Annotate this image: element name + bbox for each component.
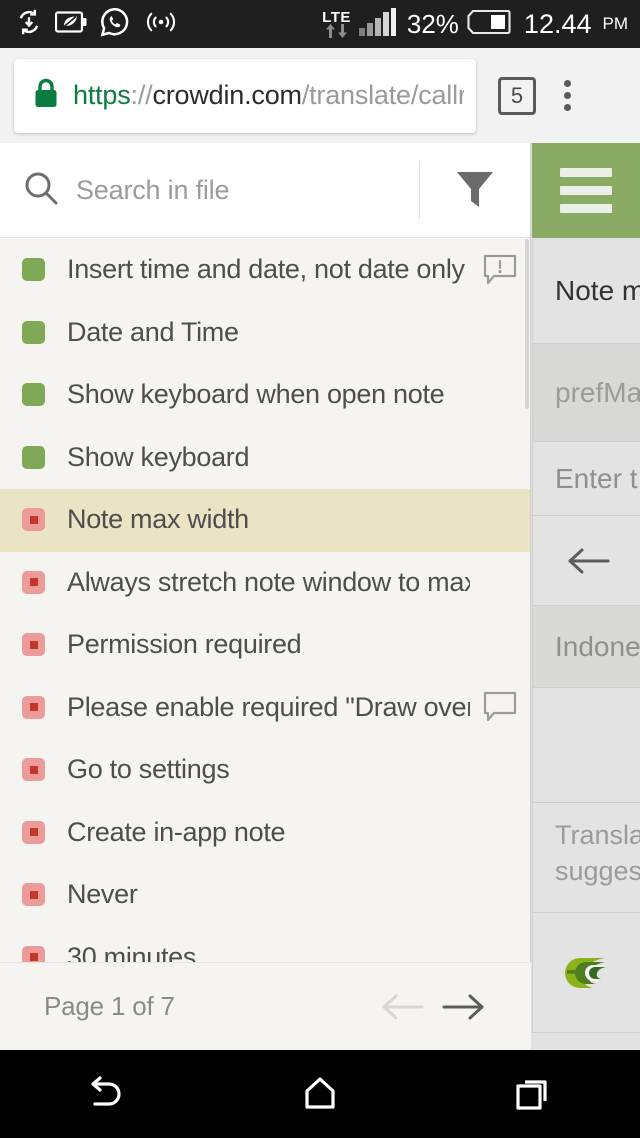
search-icon — [22, 169, 60, 212]
search-placeholder: Search in file — [76, 174, 230, 205]
translation-input[interactable]: Enter t — [532, 442, 640, 516]
web-page-viewport: Search in file Insert time and date, not… — [0, 143, 640, 1050]
comment-alert-icon[interactable] — [470, 254, 530, 286]
list-item-label: Permission required — [67, 629, 302, 660]
page-indicator-label: Page 1 of 7 — [44, 991, 175, 1021]
android-recents-icon[interactable] — [463, 1074, 603, 1114]
android-back-icon[interactable] — [37, 1074, 177, 1114]
list-item-label: Never — [67, 879, 138, 910]
whatsapp-icon — [100, 7, 130, 42]
clock-ampm-label: PM — [602, 14, 629, 33]
status-translated-icon — [22, 258, 45, 282]
status-untranslated-icon — [22, 820, 45, 844]
search-input[interactable]: Search in file — [22, 169, 419, 212]
status-untranslated-icon — [22, 883, 45, 907]
lock-icon — [32, 77, 60, 114]
status-untranslated-icon — [22, 945, 45, 962]
list-item-label: Show keyboard when open note — [67, 379, 445, 410]
status-untranslated-icon — [22, 508, 45, 532]
list-item-label: 30 minutes — [67, 941, 197, 962]
status-untranslated-icon — [22, 570, 45, 594]
list-item-label: Please enable required "Draw over ... — [67, 691, 470, 722]
list-item-label: Go to settings — [67, 754, 230, 785]
url-path: /translate/callr — [301, 80, 464, 110]
status-untranslated-icon — [22, 758, 45, 782]
list-item[interactable]: Permission required — [0, 614, 530, 677]
network-type-indicator: LTE — [322, 10, 351, 38]
list-item[interactable]: Note max width — [0, 489, 530, 552]
hamburger-menu-icon[interactable] — [532, 143, 640, 238]
search-bar: Search in file — [0, 143, 530, 238]
comment-icon[interactable] — [470, 691, 530, 723]
phone-screen: LTE 32% 12.44 PM https://crowdin.com/tra… — [0, 0, 640, 1138]
url-host: crowdin.com — [152, 80, 302, 110]
status-translated-icon — [22, 383, 45, 407]
battery-icon — [467, 9, 511, 40]
crowdin-logo-icon — [532, 913, 640, 1033]
list-item[interactable]: Create in-app note — [0, 802, 530, 865]
list-item[interactable]: Please enable required "Draw over ... — [0, 677, 530, 740]
suggestions-title-line1: Transla — [555, 820, 640, 850]
url-separator: :// — [130, 80, 153, 110]
next-page-button[interactable] — [433, 990, 495, 1024]
list-item[interactable]: Show keyboard when open note — [0, 364, 530, 427]
list-item-label: Create in-app note — [67, 816, 286, 847]
android-navigation-bar — [0, 1050, 640, 1138]
status-translated-icon — [22, 445, 45, 469]
string-key-label: prefMa — [532, 344, 640, 442]
list-item[interactable]: 30 minutes — [0, 927, 530, 962]
file-strings-panel: Search in file Insert time and date, not… — [0, 143, 531, 1050]
battery-percent-label: 32% — [406, 8, 459, 39]
url-scheme: https — [73, 80, 131, 110]
editor-back-button[interactable] — [532, 516, 640, 606]
pagination-bar: Page 1 of 7 — [0, 962, 531, 1050]
prev-page-button[interactable] — [371, 990, 433, 1024]
list-item[interactable]: Show keyboard — [0, 427, 530, 490]
status-untranslated-icon — [22, 633, 45, 657]
list-item[interactable]: Date and Time — [0, 302, 530, 365]
clock-time-label: 12.44 — [523, 8, 592, 39]
list-item-label: Insert time and date, not date only — [67, 254, 465, 285]
signal-bars-icon — [358, 7, 397, 41]
suggestions-title-line2: suggest — [555, 856, 640, 887]
list-item[interactable]: Never — [0, 864, 530, 927]
status-bar-right-info: LTE 32% 12.44 PM — [322, 7, 629, 41]
battery-saver-leaf-icon — [54, 9, 89, 40]
translation-editor-panel: Note m prefMa Enter t Indone Transla sug… — [532, 143, 640, 1050]
target-language-label[interactable]: Indone — [532, 606, 640, 688]
list-item-label: Date and Time — [67, 316, 239, 347]
list-item-label: Show keyboard — [67, 441, 250, 472]
strings-list[interactable]: Insert time and date, not date only Date … — [0, 239, 530, 962]
wifi-broadcast-icon — [141, 9, 181, 40]
status-bar: LTE 32% 12.44 PM — [0, 0, 640, 48]
browser-toolbar: https://crowdin.com/translate/callr 5 — [0, 48, 640, 143]
filter-funnel-icon[interactable] — [420, 169, 530, 211]
source-string-text: Note m — [532, 239, 640, 344]
list-item[interactable]: Go to settings — [0, 739, 530, 802]
editor-content: Note m prefMa Enter t Indone Transla sug… — [532, 239, 640, 1050]
list-item-label: Note max width — [67, 504, 249, 535]
list-item-label: Always stretch note window to maximum — [67, 566, 470, 597]
data-transfer-arrows-icon — [325, 24, 348, 38]
status-translated-icon — [22, 320, 45, 344]
status-bar-left-icons — [14, 7, 181, 42]
url-bar[interactable]: https://crowdin.com/translate/callr — [14, 58, 476, 133]
strings-list-scrollbar[interactable] — [524, 239, 530, 962]
kebab-menu-icon[interactable] — [564, 80, 571, 111]
status-untranslated-icon — [22, 695, 45, 719]
tab-switcher-button[interactable]: 5 — [498, 76, 536, 115]
url-text: https://crowdin.com/translate/callr — [73, 80, 464, 111]
list-item[interactable]: Insert time and date, not date only — [0, 239, 530, 302]
suggestions-section-title: Transla suggest — [532, 803, 640, 913]
network-type-label: LTE — [322, 9, 351, 26]
tab-count-label: 5 — [510, 82, 524, 108]
list-item[interactable]: Always stretch note window to maximum — [0, 552, 530, 615]
translation-editor-area[interactable] — [532, 688, 640, 803]
sync-down-icon — [14, 7, 44, 42]
android-home-icon[interactable] — [250, 1074, 390, 1114]
